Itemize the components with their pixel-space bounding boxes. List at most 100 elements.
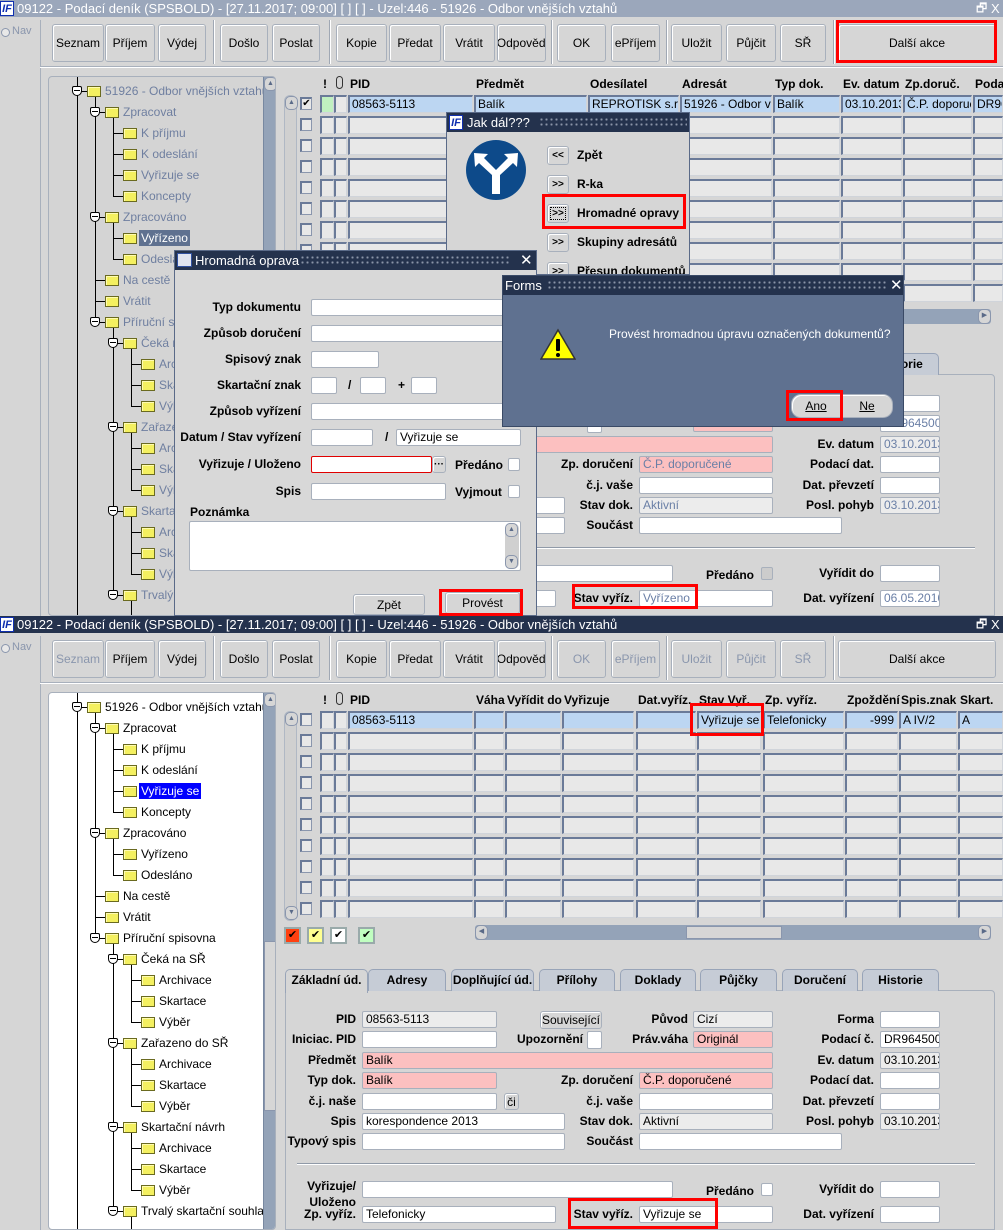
- option-arrow-button[interactable]: >>: [547, 262, 569, 274]
- yes-button[interactable]: Ano: [791, 394, 841, 418]
- column-header-adresat[interactable]: Adresát: [682, 77, 774, 91]
- toolbar-button-predat[interactable]: Předat: [389, 640, 441, 678]
- grid-cell[interactable]: [903, 200, 972, 218]
- tree-item-skartace[interactable]: Skartace: [157, 1077, 208, 1093]
- grid-cell[interactable]: [973, 158, 1003, 176]
- grid-cell[interactable]: [841, 221, 902, 239]
- toolbar-button-predat[interactable]: Předat: [389, 24, 441, 62]
- collapse-icon[interactable]: [108, 590, 118, 600]
- tree-item-vratit[interactable]: Vrátit: [121, 909, 153, 925]
- dat-prevzeti-field[interactable]: [880, 477, 940, 494]
- ev-datum-field[interactable]: 03.10.2013: [880, 436, 940, 453]
- grid-cell[interactable]: [474, 795, 504, 813]
- grid-cell[interactable]: [348, 732, 473, 750]
- grid-cell[interactable]: Balík: [474, 95, 587, 113]
- grid-horizontal-scrollbar[interactable]: ◀▶: [475, 925, 991, 940]
- grid-cell[interactable]: [505, 774, 561, 792]
- option-zpet[interactable]: << Zpět: [547, 146, 687, 168]
- column-header-vyrizuje[interactable]: Vyřizuje: [564, 693, 636, 707]
- option-arrow-button[interactable]: >>: [547, 204, 569, 223]
- grid-cell[interactable]: [680, 158, 772, 176]
- vyrizuje-ulozeno-input[interactable]: [311, 456, 432, 473]
- zp-doruceni-field[interactable]: Č.P. doporučené: [639, 1072, 773, 1089]
- grid-cell[interactable]: [903, 158, 972, 176]
- toolbar-button-dalsi-akce[interactable]: Další akce: [838, 640, 996, 678]
- color-filter-checkbox[interactable]: ✔: [307, 927, 324, 944]
- grid-cell[interactable]: [680, 116, 772, 134]
- predano-checkbox[interactable]: [761, 567, 773, 580]
- grid-cell[interactable]: [697, 858, 761, 876]
- grid-cell[interactable]: [697, 879, 761, 897]
- lookup-button[interactable]: ···: [432, 456, 446, 473]
- option-skupiny-adresatu[interactable]: >> Skupiny adresátů: [547, 233, 687, 255]
- collapse-icon[interactable]: [90, 317, 100, 327]
- tree-item-vyrizuje-se[interactable]: Vyřizuje se: [139, 167, 201, 183]
- nav-radio[interactable]: [1, 644, 10, 653]
- grid-cell[interactable]: [763, 753, 844, 771]
- grid-cell[interactable]: [562, 795, 634, 813]
- grid-cell[interactable]: [899, 774, 957, 792]
- grid-cell[interactable]: [973, 137, 1003, 155]
- stav-vyrizeni-input[interactable]: Vyřizuje se: [396, 429, 521, 446]
- toolbar-button-kopie[interactable]: Kopie: [336, 640, 387, 678]
- scroll-right-arrow[interactable]: ▶: [978, 925, 991, 940]
- tab-pujcky[interactable]: Půjčky: [700, 969, 777, 991]
- poznamka-textarea[interactable]: ▲ ▼: [189, 521, 521, 571]
- zpusob-vyrizeni-input[interactable]: [311, 403, 531, 420]
- scroll-left-arrow[interactable]: ◀: [475, 925, 488, 940]
- cj-nase-field[interactable]: [362, 1093, 497, 1110]
- grid-cell[interactable]: [903, 263, 972, 281]
- typ-dok-field[interactable]: Balík: [362, 1072, 497, 1089]
- collapse-icon[interactable]: [72, 702, 82, 712]
- toolbar-button-vydej[interactable]: Výdej: [158, 640, 206, 678]
- row-select-checkbox[interactable]: [300, 818, 312, 831]
- tab-historie[interactable]: Historie: [862, 969, 939, 991]
- grid-cell[interactable]: [348, 753, 473, 771]
- column-header-zpozdeni[interactable]: Zpoždění: [847, 693, 900, 707]
- grid-cell[interactable]: [474, 900, 504, 918]
- toolbar-button-prijem[interactable]: Příjem: [105, 24, 155, 62]
- grid-vertical-scrollbar[interactable]: ▲▼: [284, 711, 298, 921]
- predano-checkbox[interactable]: [508, 458, 520, 471]
- grid-cell[interactable]: [958, 795, 1003, 813]
- grid-cell[interactable]: [562, 900, 634, 918]
- grid-cell[interactable]: [973, 116, 1003, 134]
- row-select-checkbox[interactable]: ✔: [300, 97, 312, 110]
- grid-cell[interactable]: [773, 179, 840, 197]
- grid-cell[interactable]: [845, 795, 898, 813]
- stav-vyriz-field[interactable]: Vyřízeno: [639, 590, 773, 607]
- tree-item-vyber[interactable]: Výběr: [157, 1182, 192, 1198]
- dat-vyrizeni-field[interactable]: [880, 1206, 940, 1223]
- grid-cell[interactable]: [697, 837, 761, 855]
- spisovy-znak-input[interactable]: [311, 351, 379, 368]
- title-bar[interactable]: IF 09122 - Podací deník (SPSBOLD) - [27.1…: [0, 0, 1003, 17]
- column-header-ev-datum[interactable]: Ev. datum: [843, 77, 904, 91]
- ci-button[interactable]: či: [504, 1093, 519, 1110]
- grid-cell[interactable]: [903, 221, 972, 239]
- tree-item-prirucni-spisovna[interactable]: Příruční spisovna: [121, 930, 218, 946]
- row-select-checkbox[interactable]: [300, 839, 312, 852]
- tree-item-vyber[interactable]: Výběr: [157, 1014, 192, 1030]
- dat-prevzeti-field[interactable]: [880, 1093, 940, 1110]
- grid-cell[interactable]: [841, 242, 902, 260]
- grid-cell[interactable]: [845, 753, 898, 771]
- row-select-checkbox[interactable]: [300, 734, 312, 747]
- restore-icon[interactable]: 🗗: [976, 0, 987, 17]
- option-arrow-button[interactable]: >>: [547, 175, 569, 194]
- tree-item-k-odeslani[interactable]: K odeslání: [139, 146, 200, 162]
- grid-cell[interactable]: [562, 858, 634, 876]
- tree-item-zpracovat[interactable]: Zpracovat: [121, 104, 178, 120]
- row-select-checkbox[interactable]: [300, 881, 312, 894]
- tree-item-koncepty[interactable]: Koncepty: [139, 804, 193, 820]
- tree-item-skartace[interactable]: Skartace: [157, 993, 208, 1009]
- tree-item-archivace[interactable]: Archivace: [157, 972, 214, 988]
- column-header-podaci-c[interactable]: Podací č.: [975, 77, 1003, 91]
- grid-cell[interactable]: [773, 137, 840, 155]
- soucast-field[interactable]: [639, 1133, 842, 1150]
- column-header-spis-znak[interactable]: Spis.znak: [901, 693, 959, 707]
- grid-cell[interactable]: [763, 858, 844, 876]
- zp-vyriz-field[interactable]: Telefonicky: [362, 1206, 556, 1223]
- cj-vase-field[interactable]: [639, 477, 773, 494]
- grid-cell[interactable]: [773, 200, 840, 218]
- column-header-vaha[interactable]: Váha: [476, 693, 506, 707]
